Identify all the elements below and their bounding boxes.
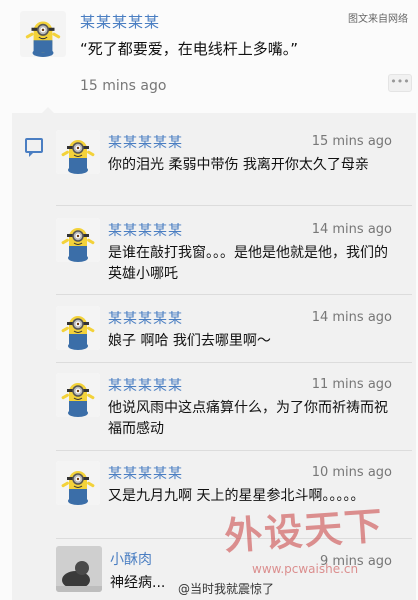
comment-author-name[interactable]: 某某某某某 [108,308,183,328]
post-author-name[interactable]: 某某某某某 [80,11,160,32]
comment-time: 14 mins ago [311,222,392,237]
site-watermark-url: www.pcwaishe.cn [252,562,359,576]
comment-author-name[interactable]: 某某某某某 [108,463,183,483]
comment-divider [56,362,412,363]
comment-avatar[interactable] [56,461,100,505]
minion-avatar-image [56,373,100,417]
comment-avatar[interactable] [56,306,100,350]
comment-avatar[interactable] [56,130,100,174]
minion-avatar-image [56,218,100,262]
comment-divider [56,205,412,206]
reply-author-avatar[interactable] [56,546,102,592]
comment-divider [56,450,412,451]
minion-avatar-image [56,130,100,174]
comment-time: 15 mins ago [311,134,392,149]
comment-text: 是谁在敲打我窗。。。是他是他就是他，我们的英雄小哪吒 [108,245,388,282]
image-credit: 图文来自网络 [348,14,408,25]
comment-divider [56,294,412,295]
comment-author-name[interactable]: 某某某某某 [108,132,183,152]
comment-time: 10 mins ago [311,465,392,480]
more-options-button[interactable]: ••• [388,74,412,92]
reply-text: 神经病... [110,575,166,591]
comment-author-name[interactable]: 某某某某某 [108,220,183,240]
minion-avatar-image [20,11,66,57]
comment-text: 娘子 啊哈 我们去哪里啊～ [108,333,271,349]
comment-bubble-icon[interactable] [25,138,43,157]
post-text: “死了都要爱，在电线杆上多嘴。” [80,40,299,58]
comment-time: 14 mins ago [311,310,392,325]
comment-avatar[interactable] [56,218,100,262]
minion-avatar-image [56,306,100,350]
comment-author-name[interactable]: 某某某某某 [108,375,183,395]
comment-avatar[interactable] [56,373,100,417]
comment-text: 他说风雨中这点痛算什么，为了你而祈祷而祝福而感动 [108,400,388,437]
comment-text: 你的泪光 柔弱中带伤 我离开你太久了母亲 [108,157,369,173]
weibo-watermark: @当时我就震惊了 [178,582,275,596]
reply-author-name[interactable]: 小酥肉 [110,549,152,569]
photo-avatar-image [56,546,102,592]
post-time: 15 mins ago [80,78,167,94]
ellipsis-icon: ••• [390,75,410,88]
site-watermark-logo: 外设天下 [222,503,386,559]
post-author-avatar[interactable] [20,11,66,57]
comment-time: 11 mins ago [311,377,392,392]
minion-avatar-image [56,461,100,505]
